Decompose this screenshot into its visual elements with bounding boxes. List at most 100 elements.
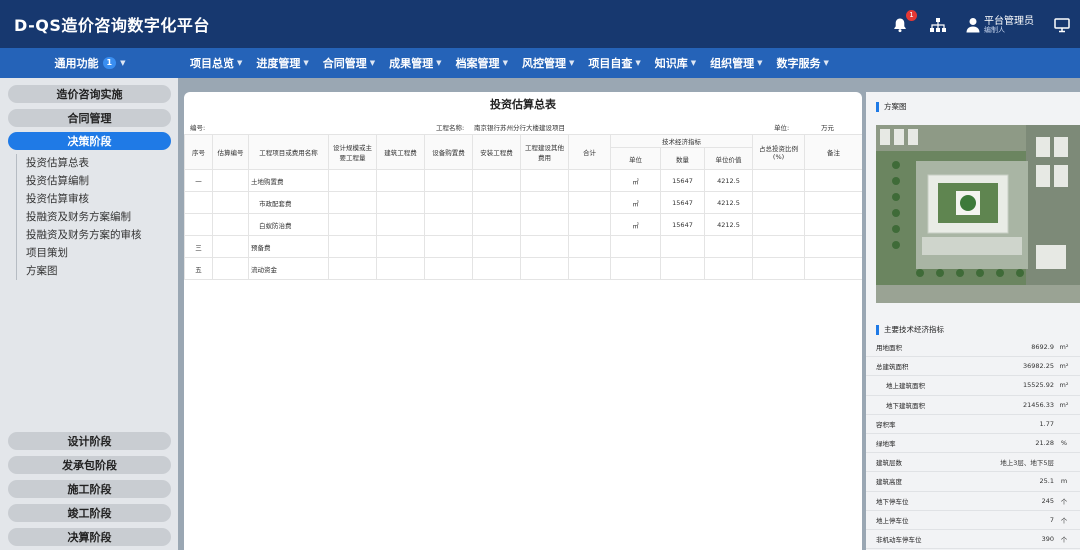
col-seq: 序号	[184, 134, 213, 170]
nav-general-count: 1	[102, 57, 117, 69]
sidebar-item-estimate-summary[interactable]: 投资估算总表	[17, 154, 176, 172]
chevron-down-icon: ▼	[635, 59, 641, 67]
chevron-down-icon: ▼	[502, 59, 508, 67]
top-header: D-QS造价咨询数字化平台 1 平台管理员 编制人	[0, 0, 1080, 48]
col-tech-group: 技术经济指标	[609, 134, 754, 148]
col-tech-unit: 单位	[610, 147, 661, 170]
chevron-down-icon: ▼	[303, 59, 309, 67]
nav-general-functions[interactable]: 通用功能 1 ▼	[0, 48, 180, 78]
col-building-cost: 建筑工程费	[376, 134, 425, 170]
chevron-down-icon: ▼	[436, 59, 442, 67]
stage-design[interactable]: 设计阶段	[8, 432, 171, 450]
table-title: 投资估算总表	[490, 98, 556, 111]
nav-item-knowledge[interactable]: 知识库 ▼	[655, 55, 696, 71]
col-other-cost: 工程建设其他费用	[520, 134, 569, 170]
bell-icon[interactable]: 1	[890, 10, 917, 35]
chevron-down-icon: ▼	[568, 59, 575, 67]
col-name: 工程项目或费用名称	[248, 134, 329, 170]
sidebar-item-project-planning[interactable]: 项目策划	[17, 244, 176, 262]
nav-item-project-overview[interactable]: 项目总览 ▼	[190, 55, 242, 71]
col-install-cost: 安装工程费	[472, 134, 521, 170]
col-tech-qty: 数量	[660, 147, 705, 170]
unit-value: 万元	[821, 124, 834, 132]
table-row[interactable]: 一 土地购置费 ㎡ 15647 4212.5	[184, 169, 862, 192]
nav-item-deliverables[interactable]: 成果管理 ▼	[389, 55, 441, 71]
list-item: 非机动车停车位 390 个	[866, 530, 1080, 550]
code-label: 编号:	[190, 124, 206, 132]
sidebar-item-scheme-drawing[interactable]: 方案图	[17, 262, 176, 280]
table-row[interactable]: 市政配套费 ㎡ 15647 4212.5	[184, 191, 862, 214]
table-row[interactable]: 三 预备费	[184, 235, 862, 258]
list-item: 绿地率 21.28%	[866, 434, 1080, 454]
nav-item-progress[interactable]: 进度管理 ▼	[256, 55, 308, 71]
stage-consulting-implementation[interactable]: 造价咨询实施	[8, 85, 171, 103]
app-title: D-QS造价咨询数字化平台	[14, 16, 210, 35]
monitor-icon[interactable]	[1052, 15, 1072, 35]
table-row[interactable]: 五 流动资金	[184, 257, 862, 280]
unit-label: 单位:	[774, 124, 790, 132]
project-name-value: 南京银行苏州分行大楼建设项目	[474, 124, 565, 132]
estimate-table: 序号 估算编号 工程项目或费用名称 设计规模或主要工程量 建筑工程费 设备购置费…	[184, 134, 862, 280]
list-item: 建筑高度 25.1 m	[866, 472, 1080, 492]
header-actions: 1 平台管理员 编制人	[890, 8, 1072, 42]
plan-section-title: 方案图	[876, 101, 907, 112]
chevron-down-icon: ▼	[369, 59, 376, 67]
nav-item-contract[interactable]: 合同管理 ▼	[323, 55, 375, 71]
section-marker	[876, 101, 879, 112]
metrics-list: 用地面积 8692.9 m² 总建筑面积 36982.25 m² 地上建筑面积 15525…	[866, 338, 1080, 550]
list-item: 总建筑面积 36982.25 m²	[866, 357, 1080, 377]
nav-item-archives[interactable]: 档案管理 ▼	[456, 55, 508, 71]
metrics-section-title: 主要技术经济指标	[876, 324, 944, 335]
col-design-scale: 设计规模或主要工程量	[328, 134, 377, 170]
stage-construction[interactable]: 施工阶段	[8, 480, 171, 498]
project-name-label: 工程名称:	[436, 124, 465, 132]
user-menu[interactable]: 平台管理员 编制人	[966, 16, 1034, 35]
user-name: 平台管理员	[984, 15, 1034, 27]
chevron-down-icon: ▼	[120, 59, 126, 67]
sidebar-item-estimate-compile[interactable]: 投资估算编制	[17, 172, 176, 190]
nav-item-risk[interactable]: 风控管理 ▼	[522, 55, 574, 71]
stage-contract-management[interactable]: 合同管理	[8, 109, 171, 127]
col-equipment-cost: 设备购置费	[424, 134, 473, 170]
col-code: 估算编号	[212, 134, 249, 170]
sidebar-item-estimate-review[interactable]: 投资估算审核	[17, 190, 176, 208]
list-item: 容积率 1.77	[866, 415, 1080, 434]
col-tech-price: 单位价值	[703, 147, 754, 170]
right-panel: 方案图 主要技术经济指标 用地面积 8692.9 m² 总建筑面积 36982.…	[866, 92, 1080, 550]
stage-decision[interactable]: 决策阶段	[8, 132, 171, 150]
list-item: 地上建筑面积 15525.92 m²	[866, 376, 1080, 396]
chevron-down-icon: ▼	[823, 59, 829, 67]
org-chart-icon[interactable]	[928, 15, 948, 35]
stage-completion[interactable]: 竣工阶段	[8, 504, 171, 522]
nav-items: 项目总览 ▼ 进度管理 ▼ 合同管理 ▼ 成果管理 ▼ 档案管理 ▼ 风控管理 ▼ 项目自查…	[190, 48, 829, 78]
sidebar-item-financing-compile[interactable]: 投融资及财务方案编制	[17, 208, 176, 226]
estimate-table-panel: 投资估算总表 编号: 工程名称: 南京银行苏州分行大楼建设项目 单位: 万元 序…	[184, 92, 862, 550]
nav-item-digital-services[interactable]: 数字服务 ▼	[777, 55, 829, 71]
chevron-down-icon: ▼	[237, 59, 243, 67]
user-role: 编制人	[984, 25, 1005, 34]
chevron-down-icon: ▼	[690, 59, 697, 67]
chevron-down-icon: ▼	[757, 59, 763, 67]
main-nav: 通用功能 1 ▼ 项目总览 ▼ 进度管理 ▼ 合同管理 ▼ 成果管理 ▼ 档案管理 ▼ 风…	[0, 48, 1080, 78]
stage-final-accounts[interactable]: 决算阶段	[8, 528, 171, 546]
site-plan-image[interactable]	[876, 125, 1080, 303]
list-item: 地下停车位 245 个	[866, 492, 1080, 511]
list-item: 用地面积 8692.9 m²	[866, 338, 1080, 358]
section-marker	[876, 324, 879, 335]
col-ratio: 占总投资比例(%)	[752, 134, 806, 170]
sidebar: 造价咨询实施 合同管理 决策阶段 投资估算总表 投资估算编制 投资估算审核 投融…	[0, 78, 178, 550]
col-note: 备注	[804, 134, 862, 170]
list-item: 建筑层数 地上3层、地下5层	[866, 453, 1080, 473]
table-row[interactable]: 白蚁防治费 ㎡ 15647 4212.5	[184, 213, 862, 236]
nav-item-organization[interactable]: 组织管理 ▼	[710, 55, 762, 71]
list-item: 地上停车位 7 个	[866, 511, 1080, 530]
stage-bidding[interactable]: 发承包阶段	[8, 456, 171, 474]
notification-badge: 1	[906, 10, 917, 21]
col-total: 合计	[568, 134, 611, 170]
user-icon	[966, 18, 980, 33]
list-item: 地下建筑面积 21456.33 m²	[866, 396, 1080, 415]
sidebar-item-financing-review[interactable]: 投融资及财务方案的审核	[17, 226, 176, 244]
nav-item-self-check[interactable]: 项目自查 ▼	[588, 55, 640, 71]
nav-general-label: 通用功能	[54, 57, 99, 70]
decision-sub-menu: 投资估算总表 投资估算编制 投资估算审核 投融资及财务方案编制 投融资及财务方案…	[16, 154, 176, 280]
